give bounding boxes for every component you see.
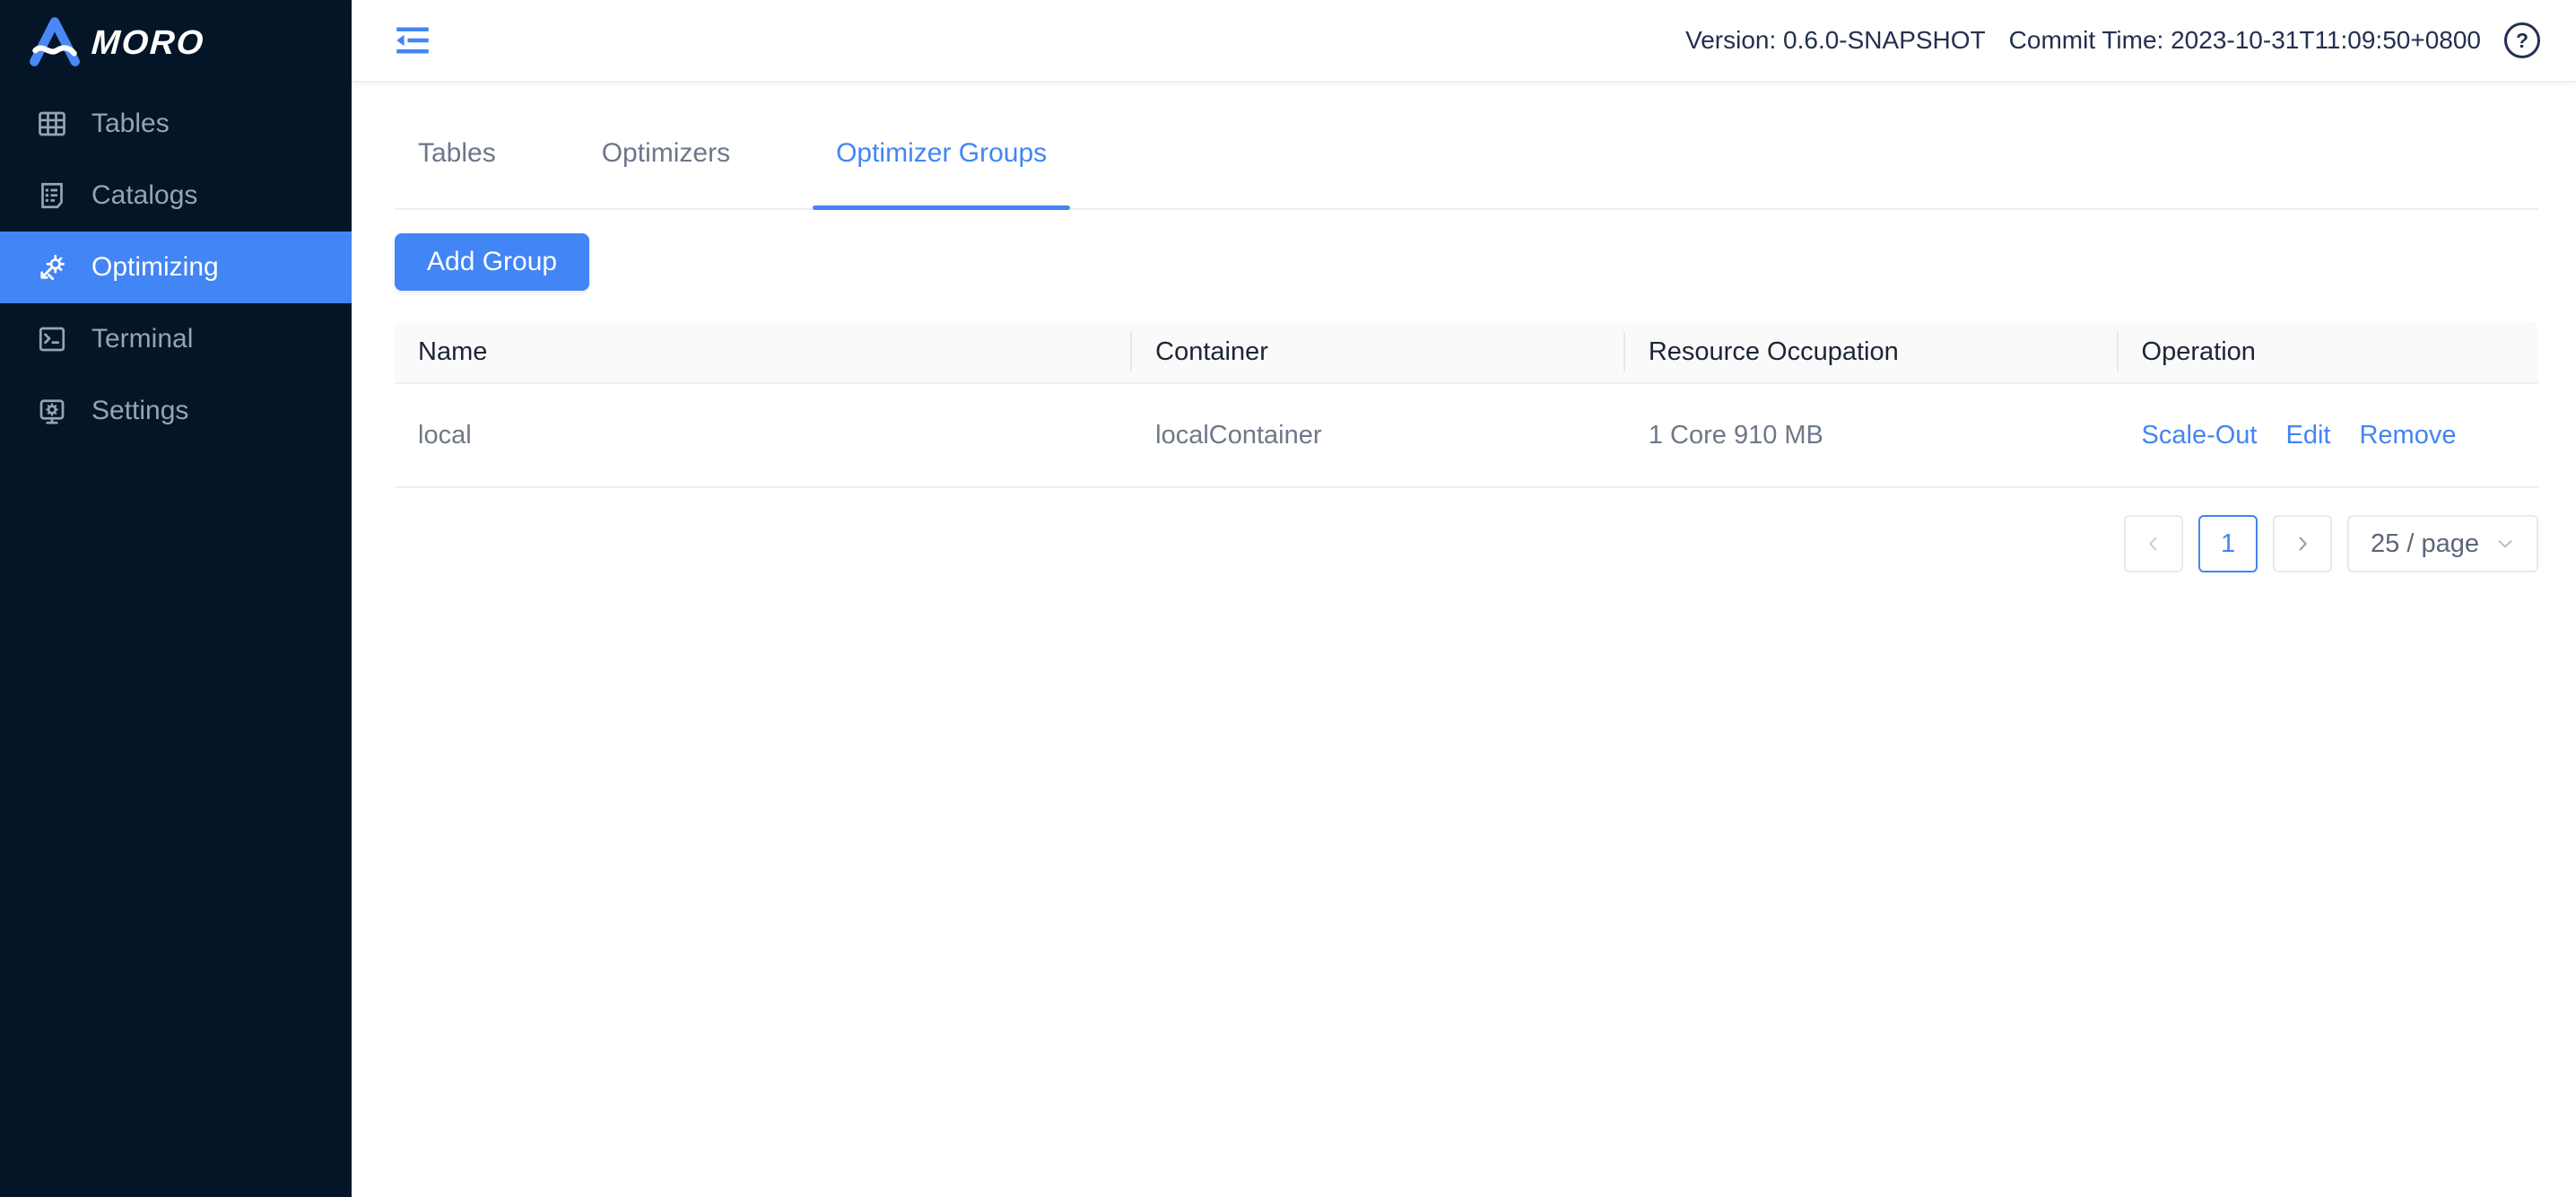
menu-fold-icon[interactable] <box>395 24 431 57</box>
pagination-page-1-button[interactable]: 1 <box>2198 515 2258 572</box>
cell-name: local <box>395 421 1132 450</box>
sidebar-menu: Tables Catalogs <box>0 88 352 447</box>
table-header-row: Name Container Resource Occupation Opera… <box>395 321 2538 384</box>
catalogs-icon <box>36 179 68 212</box>
remove-link[interactable]: Remove <box>2359 421 2456 450</box>
amoro-logo-icon <box>27 15 83 72</box>
tab-optimizers[interactable]: Optimizers <box>579 83 753 208</box>
version-text: Version: 0.6.0-SNAPSHOT <box>1685 26 1986 55</box>
cell-resource-occupation: 1 Core 910 MB <box>1625 421 2119 450</box>
chevron-left-icon <box>2144 534 2163 554</box>
logo-text: MORO <box>90 24 205 63</box>
sidebar-item-label: Tables <box>91 109 170 139</box>
column-header-name: Name <box>395 337 1132 367</box>
main-area: Version: 0.6.0-SNAPSHOT Commit Time: 202… <box>352 0 2576 1197</box>
sidebar-item-optimizing[interactable]: Optimizing <box>0 232 352 303</box>
optimizing-icon <box>36 251 68 284</box>
sidebar-item-terminal[interactable]: Terminal <box>0 303 352 375</box>
topbar-info: Version: 0.6.0-SNAPSHOT Commit Time: 202… <box>1685 22 2540 58</box>
chevron-down-icon <box>2495 534 2515 554</box>
cell-container: localContainer <box>1132 421 1625 450</box>
column-header-container: Container <box>1132 337 1625 367</box>
terminal-icon <box>36 323 68 355</box>
sidebar-item-tables[interactable]: Tables <box>0 88 352 160</box>
tab-bar: Tables Optimizers Optimizer Groups <box>395 83 2538 210</box>
help-icon[interactable]: ? <box>2504 22 2540 58</box>
sidebar-item-settings[interactable]: Settings <box>0 375 352 447</box>
logo[interactable]: MORO <box>0 0 352 86</box>
cell-operation: Scale-Out Edit Remove <box>2119 421 2538 450</box>
column-header-resource-occupation: Resource Occupation <box>1625 337 2119 367</box>
tab-tables[interactable]: Tables <box>395 83 519 208</box>
pagination-prev-button[interactable] <box>2124 515 2183 572</box>
chevron-right-icon <box>2293 534 2312 554</box>
sidebar-item-label: Catalogs <box>91 180 197 211</box>
page-size-label: 25 / page <box>2371 529 2479 559</box>
add-group-button[interactable]: Add Group <box>395 233 589 291</box>
pagination-next-button[interactable] <box>2273 515 2332 572</box>
pagination: 1 25 / page <box>395 515 2538 572</box>
commit-time-text: Commit Time: 2023-10-31T11:09:50+0800 <box>2009 26 2481 55</box>
column-header-operation: Operation <box>2119 337 2538 367</box>
optimizing-page: Tables Optimizers Optimizer Groups Add G… <box>352 83 2576 572</box>
tables-icon <box>36 108 68 140</box>
topbar: Version: 0.6.0-SNAPSHOT Commit Time: 202… <box>352 0 2576 83</box>
settings-icon <box>36 395 68 427</box>
page-size-select[interactable]: 25 / page <box>2347 515 2538 572</box>
scale-out-link[interactable]: Scale-Out <box>2142 421 2258 450</box>
table-row: local localContainer 1 Core 910 MB Scale… <box>395 384 2538 488</box>
sidebar: MORO Tables <box>0 0 352 1197</box>
optimizer-groups-table: Name Container Resource Occupation Opera… <box>395 321 2538 488</box>
edit-link[interactable]: Edit <box>2285 421 2330 450</box>
sidebar-item-label: Settings <box>91 396 188 426</box>
tab-optimizer-groups[interactable]: Optimizer Groups <box>813 83 1070 208</box>
sidebar-item-label: Terminal <box>91 324 193 354</box>
sidebar-item-catalogs[interactable]: Catalogs <box>0 160 352 232</box>
app-root: MORO Tables <box>0 0 2576 1197</box>
sidebar-item-label: Optimizing <box>91 252 219 283</box>
